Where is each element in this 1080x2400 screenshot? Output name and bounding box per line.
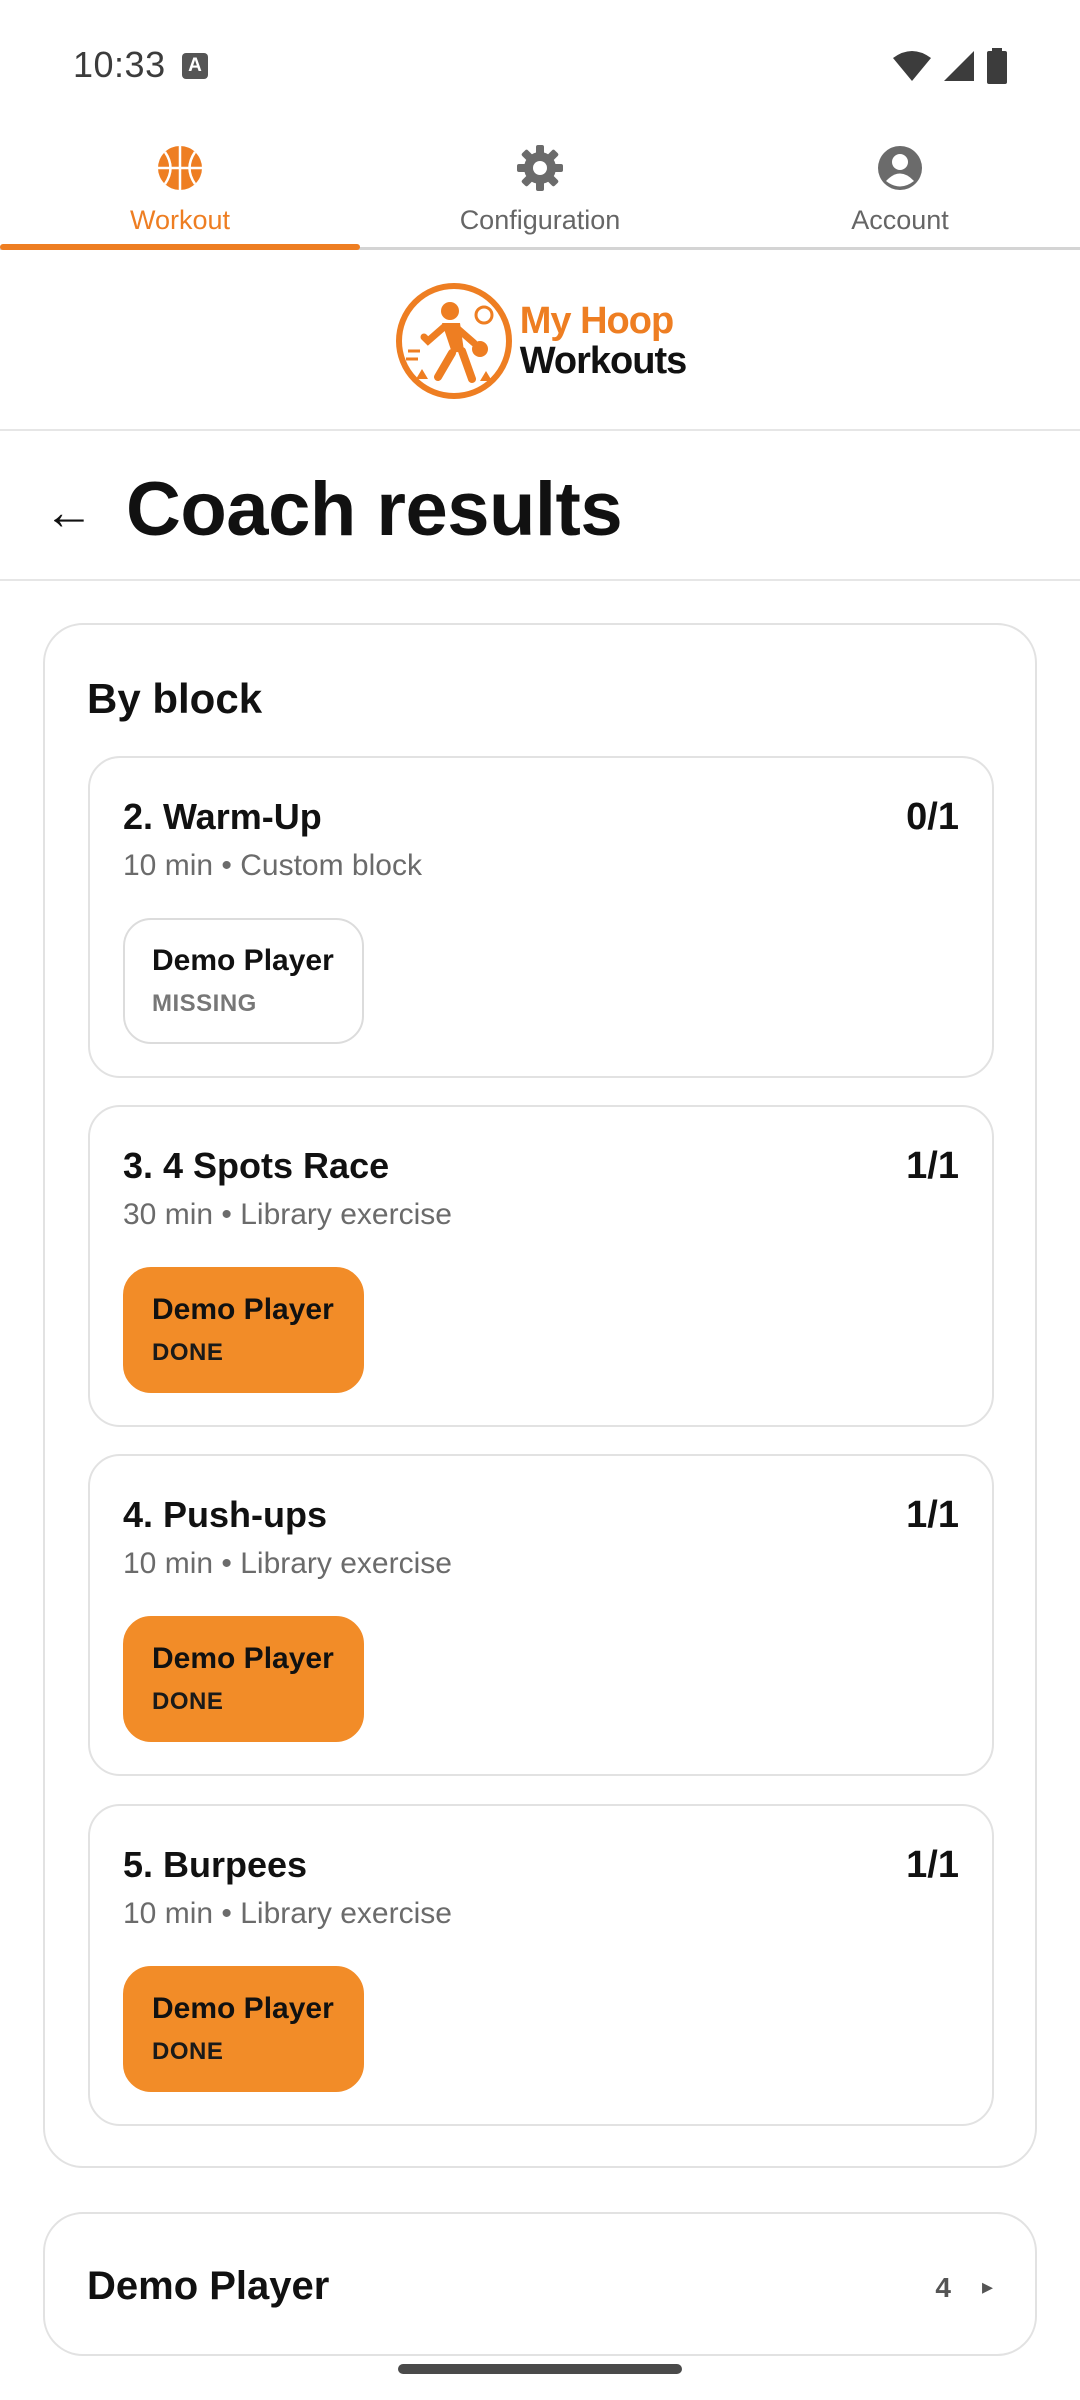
chip-status: DONE	[152, 1688, 224, 1715]
page-title: Coach results	[126, 467, 623, 552]
block-completion-count: 1/1	[906, 1145, 959, 1187]
block-title: 3. 4 Spots Race	[123, 1145, 390, 1186]
block-title: 5. Burpees	[123, 1844, 308, 1885]
back-arrow-icon[interactable]: ←	[44, 483, 94, 541]
block-completion-count: 1/1	[906, 1494, 959, 1536]
block-item: 2. Warm-Up 0/1 10 min • Custom block Dem…	[88, 756, 994, 1078]
tab-account-label: Account	[851, 205, 949, 235]
block-completion-count: 0/1	[906, 796, 959, 838]
active-tab-indicator	[0, 244, 360, 250]
gear-icon	[515, 143, 565, 193]
chip-status: DONE	[152, 1339, 224, 1366]
battery-icon	[987, 48, 1007, 84]
block-meta: 10 min • Library exercise	[123, 1897, 452, 1930]
chip-status: DONE	[152, 2038, 224, 2065]
block-meta: 30 min • Library exercise	[123, 1198, 452, 1231]
logo-text: My Hoop Workouts	[519, 300, 688, 382]
status-bar: 10:33 A	[0, 0, 1080, 130]
chip-player-name: Demo Player	[152, 1642, 334, 1675]
app-logo: My Hoop Workouts	[394, 281, 687, 401]
player-status-chip[interactable]: Demo Player DONE	[123, 1616, 364, 1742]
expand-caret-icon: ▸	[981, 2274, 993, 2299]
tab-workout[interactable]: Workout	[0, 130, 360, 250]
block-completion-count: 1/1	[906, 1844, 959, 1886]
tab-workout-label: Workout	[129, 205, 231, 235]
block-item: 4. Push-ups 1/1 10 min • Library exercis…	[88, 1454, 994, 1776]
a-icon: A	[182, 53, 208, 79]
status-time: 10:33	[73, 44, 166, 85]
player-section-count: 4	[935, 2272, 951, 2303]
top-tab-bar: Workout Configuration Account	[0, 130, 1080, 250]
chip-player-name: Demo Player	[152, 1293, 334, 1326]
logo-area: My Hoop Workouts	[0, 253, 1080, 431]
block-item: 3. 4 Spots Race 1/1 30 min • Library exe…	[88, 1105, 994, 1427]
player-status-chip[interactable]: Demo Player DONE	[123, 1267, 364, 1393]
player-section-name: Demo Player	[87, 2264, 330, 2308]
player-section-card[interactable]: Demo Player 4 ▸	[43, 2212, 1037, 2356]
block-meta: 10 min • Custom block	[123, 849, 422, 882]
by-block-card: By block 2. Warm-Up 0/1 10 min • Custom …	[43, 623, 1037, 2168]
logo-line2: Workouts	[519, 340, 688, 382]
player-status-chip[interactable]: Demo Player MISSING	[123, 918, 364, 1044]
chip-status: MISSING	[152, 990, 257, 1017]
page-header: ← Coach results	[0, 431, 1080, 581]
chip-player-name: Demo Player	[152, 944, 334, 977]
signal-icon	[944, 51, 974, 81]
wifi-icon	[893, 51, 931, 81]
tab-configuration[interactable]: Configuration	[360, 130, 720, 247]
home-indicator[interactable]	[398, 2364, 682, 2374]
player-status-chip[interactable]: Demo Player DONE	[123, 1966, 364, 2092]
block-title: 2. Warm-Up	[123, 796, 322, 837]
tab-configuration-label: Configuration	[459, 205, 621, 235]
chip-player-name: Demo Player	[152, 1992, 334, 2025]
hoop-player-logo-icon	[395, 283, 512, 399]
status-icons	[892, 48, 1008, 84]
logo-line1: My Hoop	[519, 300, 674, 342]
tab-account[interactable]: Account	[720, 130, 1080, 247]
basketball-icon	[155, 143, 205, 193]
block-item: 5. Burpees 1/1 10 min • Library exercise…	[88, 1804, 994, 2126]
block-meta: 10 min • Library exercise	[123, 1547, 452, 1580]
block-title: 4. Push-ups	[123, 1494, 328, 1535]
by-block-title: By block	[87, 675, 263, 722]
account-icon	[875, 143, 925, 193]
